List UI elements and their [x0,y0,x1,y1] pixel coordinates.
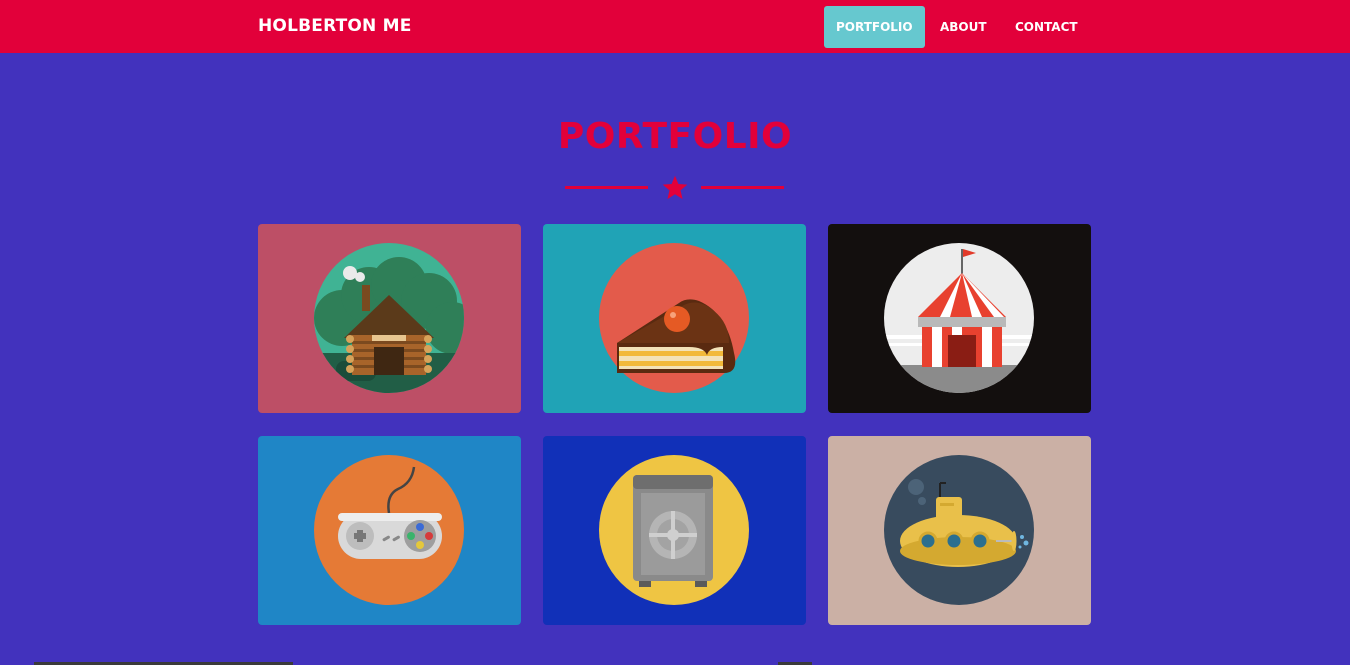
portfolio-item-controller[interactable] [258,436,521,625]
portfolio-item-submarine[interactable] [828,436,1091,625]
divider-line-right [701,186,784,189]
safe-icon [599,455,749,605]
nav-portfolio[interactable]: PORTFOLIO [824,6,925,48]
star-icon [662,175,688,200]
navbar: HOLBERTON ME PORTFOLIO ABOUT CONTACT [0,0,1350,53]
portfolio-item-safe[interactable] [543,436,806,625]
circus-tent-icon [884,243,1034,393]
game-controller-icon [314,455,464,605]
cake-slice-icon [599,243,749,393]
submarine-icon [884,455,1034,605]
portfolio-item-cake[interactable] [543,224,806,413]
nav-contact[interactable]: CONTACT [1003,6,1090,48]
divider-line-left [565,186,648,189]
brand-link[interactable]: HOLBERTON ME [258,16,412,36]
portfolio-item-circus[interactable] [828,224,1091,413]
nav-about[interactable]: ABOUT [928,6,999,48]
section-title: PORTFOLIO [557,116,793,157]
log-cabin-icon [314,243,464,393]
portfolio-item-cabin[interactable] [258,224,521,413]
